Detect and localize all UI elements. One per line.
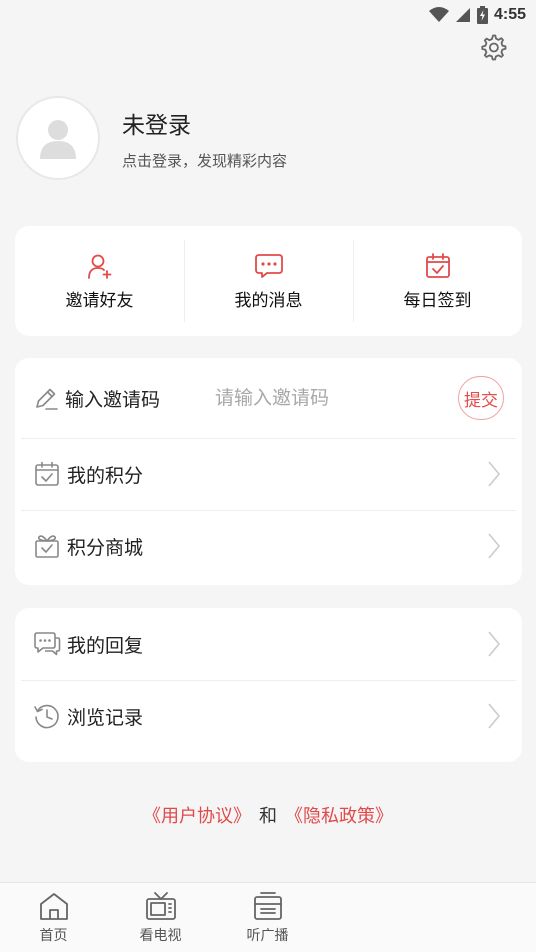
calendar-check-icon — [33, 460, 61, 488]
daily-checkin-label: 每日签到 — [403, 290, 472, 311]
status-bar: 4:55 — [0, 0, 536, 30]
bottom-tab-bar: 首页 看电视 听广播 — [0, 882, 536, 952]
cellular-signal-icon — [455, 8, 470, 22]
wifi-icon — [428, 7, 449, 22]
menu-group-points: 输入邀请码 提交 我的积分 — [15, 358, 522, 585]
avatar[interactable] — [16, 96, 100, 180]
profile-text: 未登录 点击登录，发现精彩内容 — [122, 106, 287, 171]
points-mall-label: 积分商城 — [67, 536, 144, 559]
add-user-icon — [87, 254, 111, 279]
my-points-label: 我的积分 — [67, 464, 144, 487]
chat-bubble-icon — [254, 253, 283, 278]
gear-icon — [481, 34, 507, 61]
my-messages-button[interactable]: 我的消息 — [184, 226, 353, 336]
status-time: 4:55 — [493, 6, 526, 23]
tab-tv-label: 看电视 — [139, 927, 182, 944]
menu-item-points-mall[interactable]: 积分商城 — [15, 510, 522, 582]
invite-code-input[interactable] — [215, 387, 458, 409]
tab-home[interactable]: 首页 — [0, 883, 107, 952]
pencil-icon — [33, 384, 59, 412]
user-silhouette-icon — [40, 120, 76, 159]
profile-header[interactable]: 未登录 点击登录，发现精彩内容 — [16, 96, 516, 180]
radio-icon — [253, 891, 282, 920]
invite-friends-button[interactable]: 邀请好友 — [15, 226, 184, 336]
tab-home-label: 首页 — [39, 927, 68, 944]
menu-group-activity: 我的回复 浏览记录 — [15, 608, 522, 762]
gift-box-icon — [33, 532, 61, 560]
tab-radio-label: 听广播 — [246, 927, 289, 944]
invite-code-label: 输入邀请码 — [65, 388, 161, 411]
calendar-check-icon — [425, 252, 450, 278]
daily-checkin-button[interactable]: 每日签到 — [353, 226, 522, 336]
my-replies-label: 我的回复 — [67, 634, 144, 657]
login-status: 未登录 — [122, 112, 191, 139]
chevron-right-icon — [484, 701, 504, 731]
login-hint: 点击登录，发现精彩内容 — [122, 151, 288, 170]
quick-actions-card: 邀请好友 我的消息 每日签到 — [15, 226, 522, 336]
chevron-right-icon — [484, 629, 504, 659]
agreements: 《用户协议》和《隐私政策》 — [0, 802, 536, 828]
tab-radio[interactable]: 听广播 — [214, 883, 321, 952]
user-agreement-link[interactable]: 《用户协议》 — [143, 806, 251, 827]
menu-item-my-replies[interactable]: 我的回复 — [15, 608, 522, 680]
menu-item-my-points[interactable]: 我的积分 — [15, 438, 522, 510]
tv-icon — [145, 891, 176, 920]
settings-button[interactable] — [476, 30, 510, 64]
privacy-policy-link[interactable]: 《隐私政策》 — [285, 806, 393, 827]
invite-friends-label: 邀请好友 — [65, 290, 134, 311]
comments-icon — [33, 630, 61, 658]
tab-tv[interactable]: 看电视 — [107, 883, 214, 952]
chevron-right-icon — [484, 459, 504, 489]
submit-button[interactable]: 提交 — [458, 376, 504, 420]
menu-item-browse-history[interactable]: 浏览记录 — [15, 680, 522, 752]
clock-history-icon — [33, 702, 61, 730]
browse-history-label: 浏览记录 — [67, 706, 144, 729]
battery-icon — [476, 6, 488, 24]
agreements-and: 和 — [259, 806, 277, 827]
home-icon — [39, 892, 68, 920]
invite-code-row: 输入邀请码 提交 — [15, 358, 522, 438]
chevron-right-icon — [484, 531, 504, 561]
my-messages-label: 我的消息 — [234, 290, 303, 311]
